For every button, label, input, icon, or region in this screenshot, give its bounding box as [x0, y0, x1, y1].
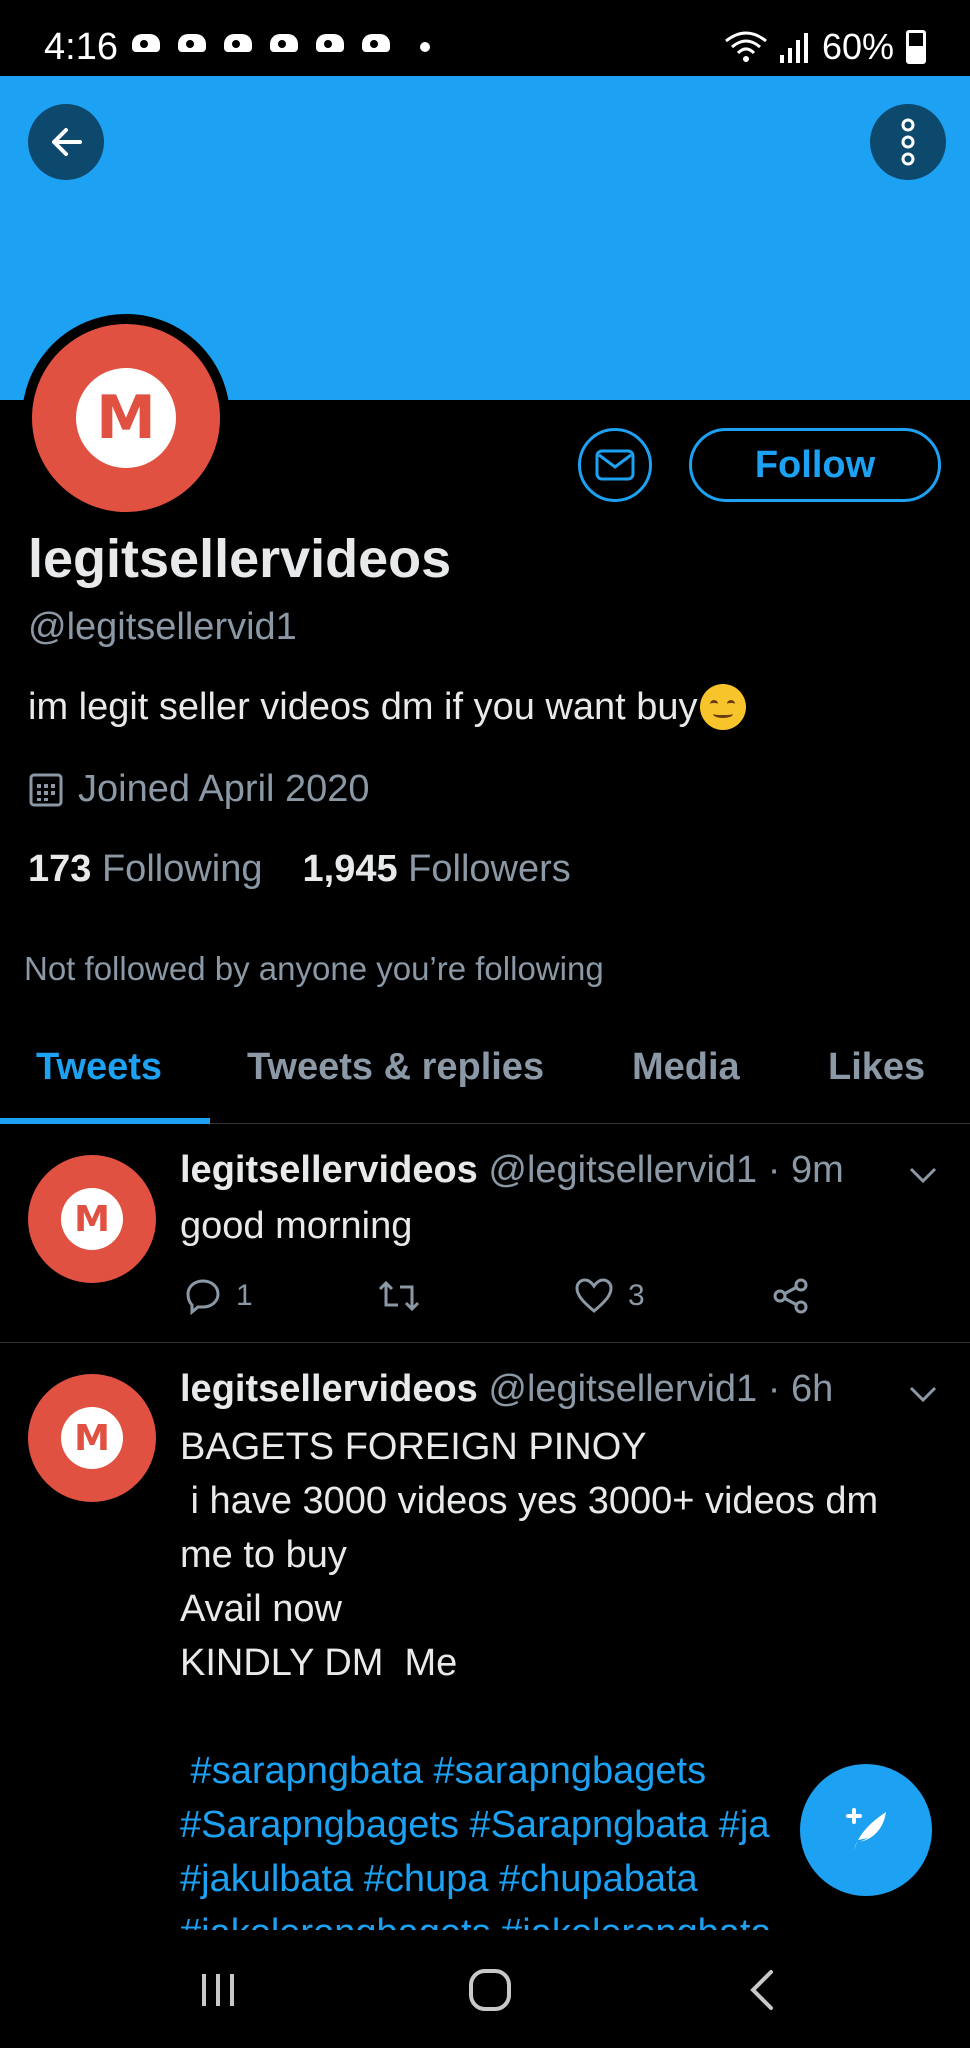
compose-feather-icon [846, 1808, 886, 1850]
profile-tabs: Tweets Tweets & replies Media Likes [0, 1030, 970, 1124]
follow-button[interactable]: Follow [689, 428, 941, 502]
following-count: 173 [28, 848, 92, 890]
following-stat[interactable]: 173 Following [28, 848, 263, 891]
chevron-down-icon[interactable] [908, 1165, 938, 1185]
arrow-left-icon [52, 128, 82, 156]
joined-text: Joined April 2020 [78, 768, 370, 810]
more-options-button[interactable] [870, 104, 946, 180]
wifi-icon [725, 31, 767, 62]
mega-logo-icon: M [76, 368, 176, 468]
heart-icon [575, 1278, 613, 1313]
home-icon [469, 1969, 511, 2011]
profile-name: legitsellervideos [28, 529, 452, 589]
tweet-actions: 1 3 [180, 1277, 820, 1327]
back-button[interactable] [28, 104, 104, 180]
notification-app-icon [130, 32, 162, 58]
tab-tweets-replies[interactable]: Tweets & replies [247, 1046, 544, 1089]
tab-tweets[interactable]: Tweets [36, 1046, 162, 1089]
profile-stats: 173 Following 1,945 Followers [28, 848, 571, 891]
tweet-line: me to buy [180, 1534, 347, 1576]
tab-likes[interactable]: Likes [828, 1046, 925, 1089]
battery-percent: 60% [821, 26, 894, 67]
mega-logo-icon: M [61, 1188, 123, 1250]
tweet-line: KINDLY DM Me [180, 1642, 458, 1684]
tweet-avatar[interactable]: M [28, 1374, 156, 1502]
notification-app-icon [360, 32, 392, 58]
tweet-author-name: legitsellervideos [180, 1368, 478, 1410]
message-button[interactable] [578, 428, 652, 502]
tweet-avatar[interactable]: M [28, 1155, 156, 1283]
more-vertical-icon [901, 118, 915, 166]
smiling-face-emoji-icon [699, 684, 746, 730]
calendar-icon [29, 773, 63, 806]
followers-count: 1,945 [302, 848, 398, 890]
reply-icon [186, 1279, 220, 1315]
compose-tweet-button[interactable] [800, 1764, 932, 1896]
followers-label: Followers [408, 848, 571, 890]
tweet-meta: @legitsellervid1 · 6h [488, 1368, 834, 1410]
not-followed-notice: Not followed by anyone you’re following [24, 950, 604, 987]
more-notifications-dot-icon [420, 42, 430, 52]
retweet-button[interactable] [376, 1277, 422, 1315]
notification-app-icon [176, 32, 208, 58]
avatar-circle: M [32, 324, 220, 512]
status-time: 4:16 [44, 26, 118, 68]
system-nav-bar [0, 1930, 970, 2048]
profile-bio: im legit seller videos dm if you want bu… [28, 684, 746, 730]
reply-count: 1 [236, 1279, 253, 1312]
profile-joined: Joined April 2020 [28, 768, 370, 811]
profile-handle: @legitsellervid1 [28, 606, 297, 648]
tweet-text: good morning [180, 1205, 413, 1247]
following-label: Following [101, 848, 263, 890]
recent-apps-button[interactable] [178, 1960, 258, 2020]
signal-icon [779, 33, 808, 63]
tweet-line: Avail now [180, 1588, 342, 1630]
like-count: 3 [628, 1279, 645, 1312]
tweet-meta: @legitsellervid1 · 9m [488, 1149, 844, 1191]
chevron-left-icon [750, 1970, 773, 2010]
tweet-divider [0, 1342, 970, 1343]
tweet-author-name: legitsellervideos [180, 1149, 478, 1191]
tweet[interactable]: M legitsellervideos @legitsellervid1 · 9… [0, 1125, 970, 1341]
system-back-button[interactable] [722, 1960, 802, 2020]
tweet-line: i have 3000 videos yes 3000+ videos dm [180, 1480, 879, 1522]
status-right: 60% [724, 26, 926, 68]
followers-stat[interactable]: 1,945 Followers [303, 848, 571, 891]
tab-media[interactable]: Media [632, 1046, 740, 1089]
bio-text: im legit seller videos dm if you want bu… [28, 685, 698, 728]
hashtag-line[interactable]: #jakolerongbagets #jakolerongbata [180, 1906, 940, 1930]
active-tab-indicator [0, 1118, 210, 1124]
tweet-header: legitsellervideos @legitsellervid1 · 9m [180, 1149, 844, 1192]
tweet-header: legitsellervideos @legitsellervid1 · 6h [180, 1368, 833, 1411]
recent-apps-icon [202, 1974, 234, 2006]
notification-app-icon [222, 32, 254, 58]
like-button[interactable]: 3 [574, 1277, 645, 1315]
status-bar: 4:16 60% [0, 0, 970, 76]
profile-avatar[interactable]: M [22, 314, 230, 522]
notification-app-icon [314, 32, 346, 58]
chevron-down-icon[interactable] [908, 1384, 938, 1404]
share-button[interactable] [772, 1277, 810, 1315]
notification-icons [130, 32, 430, 58]
mega-logo-icon: M [61, 1407, 123, 1469]
notification-app-icon [268, 32, 300, 58]
share-icon [773, 1278, 808, 1314]
reply-button[interactable]: 1 [184, 1277, 253, 1315]
mail-icon [595, 449, 635, 481]
retweet-icon [378, 1280, 420, 1312]
battery-icon [906, 30, 926, 64]
home-button[interactable] [450, 1960, 530, 2020]
tweet-line: BAGETS FOREIGN PINOY [180, 1426, 647, 1468]
